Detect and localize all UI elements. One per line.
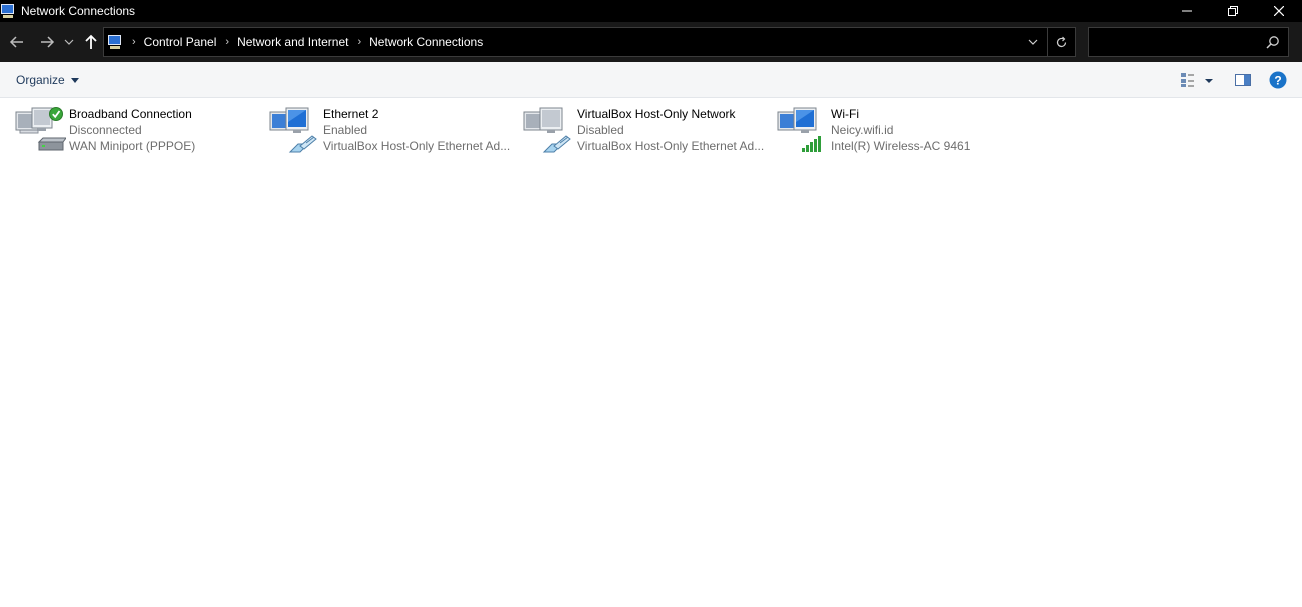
arrow-left-icon bbox=[9, 36, 23, 48]
close-button[interactable] bbox=[1256, 0, 1302, 22]
organize-button[interactable]: Organize bbox=[16, 73, 79, 87]
search-icon[interactable] bbox=[1266, 35, 1280, 49]
connection-details: VirtualBox Host-Only Network Disabled Vi… bbox=[577, 106, 764, 154]
chevron-down-icon bbox=[1028, 39, 1038, 45]
breadcrumb-network-connections[interactable]: Network Connections bbox=[369, 35, 483, 49]
broadband-connection-icon bbox=[15, 107, 66, 151]
connection-status: Enabled bbox=[323, 123, 368, 137]
connection-device: WAN Miniport (PPPOE) bbox=[69, 139, 196, 153]
close-icon bbox=[1274, 6, 1284, 16]
connection-item-ethernet-2[interactable]: Ethernet 2 Enabled VirtualBox Host-Only … bbox=[254, 104, 510, 156]
preview-pane-icon bbox=[1235, 74, 1251, 86]
connection-name: Broadband Connection bbox=[69, 107, 192, 121]
connection-name: Wi-Fi bbox=[831, 107, 859, 121]
breadcrumb-network-and-internet[interactable]: Network and Internet bbox=[237, 35, 348, 49]
connection-name: VirtualBox Host-Only Network bbox=[577, 107, 736, 121]
connections-list: Broadband Connection Disconnected WAN Mi… bbox=[0, 98, 1302, 607]
svg-text:?: ? bbox=[1274, 74, 1281, 88]
change-view-button[interactable] bbox=[1180, 71, 1214, 92]
arrow-right-icon bbox=[41, 36, 55, 48]
connection-item-wi-fi[interactable]: Wi-Fi Neicy.wifi.id Intel(R) Wireless-AC… bbox=[762, 104, 1012, 156]
change-view-icon bbox=[1181, 73, 1213, 87]
minimize-icon bbox=[1182, 10, 1192, 12]
command-bar: Organize ? bbox=[0, 62, 1302, 98]
connection-item-virtualbox-host-only-network[interactable]: VirtualBox Host-Only Network Disabled Vi… bbox=[508, 104, 764, 156]
connection-item-broadband[interactable]: Broadband Connection Disconnected WAN Mi… bbox=[0, 104, 250, 156]
help-button[interactable]: ? bbox=[1269, 71, 1287, 92]
caret-down-icon bbox=[70, 77, 79, 83]
connection-details: Wi-Fi Neicy.wifi.id Intel(R) Wireless-AC… bbox=[831, 106, 1011, 154]
address-bar[interactable]: › Control Panel › Network and Internet ›… bbox=[103, 27, 1076, 57]
breadcrumb-control-panel[interactable]: Control Panel bbox=[144, 35, 217, 49]
connection-name: Ethernet 2 bbox=[323, 107, 379, 121]
connection-status: Neicy.wifi.id bbox=[831, 123, 894, 137]
connection-details: Broadband Connection Disconnected WAN Mi… bbox=[69, 106, 249, 154]
breadcrumb-separator[interactable]: › bbox=[357, 36, 361, 48]
control-panel-icon bbox=[107, 34, 123, 50]
arrow-up-icon bbox=[85, 34, 97, 49]
network-connections-icon bbox=[0, 3, 16, 19]
title-bar: Network Connections bbox=[0, 0, 1302, 22]
preview-pane-button[interactable] bbox=[1234, 71, 1252, 92]
restore-button[interactable] bbox=[1210, 0, 1256, 22]
wifi-connection-icon bbox=[777, 107, 821, 152]
search-box[interactable] bbox=[1088, 27, 1289, 57]
connection-device: VirtualBox Host-Only Ethernet Ad... bbox=[577, 139, 765, 153]
forward-button[interactable] bbox=[38, 33, 56, 51]
restore-icon bbox=[1228, 6, 1238, 16]
refresh-button[interactable] bbox=[1047, 28, 1075, 56]
breadcrumb-separator[interactable]: › bbox=[225, 36, 229, 48]
refresh-icon bbox=[1056, 36, 1067, 47]
up-button[interactable] bbox=[82, 33, 100, 51]
connection-device: VirtualBox Host-Only Ethernet Ad... bbox=[323, 139, 511, 153]
connection-details: Ethernet 2 Enabled VirtualBox Host-Only … bbox=[323, 106, 510, 154]
help-icon: ? bbox=[1269, 71, 1287, 89]
navigation-bar: › Control Panel › Network and Internet ›… bbox=[0, 22, 1302, 62]
address-bar-actions bbox=[1019, 28, 1075, 56]
connection-status: Disconnected bbox=[69, 123, 142, 137]
breadcrumb-separator: › bbox=[132, 36, 136, 48]
organize-label: Organize bbox=[16, 73, 65, 87]
connection-status: Disabled bbox=[577, 123, 624, 137]
minimize-button[interactable] bbox=[1164, 0, 1210, 22]
address-dropdown-button[interactable] bbox=[1019, 28, 1047, 56]
recent-locations-button[interactable] bbox=[62, 33, 76, 51]
window-controls bbox=[1164, 0, 1302, 22]
window-title: Network Connections bbox=[21, 4, 136, 18]
ethernet-connection-icon bbox=[523, 107, 571, 153]
chevron-down-icon bbox=[64, 39, 74, 45]
ethernet-connection-icon bbox=[269, 107, 317, 153]
search-input[interactable] bbox=[1093, 32, 1263, 52]
back-button[interactable] bbox=[8, 33, 26, 51]
connection-device: Intel(R) Wireless-AC 9461 bbox=[831, 139, 971, 153]
